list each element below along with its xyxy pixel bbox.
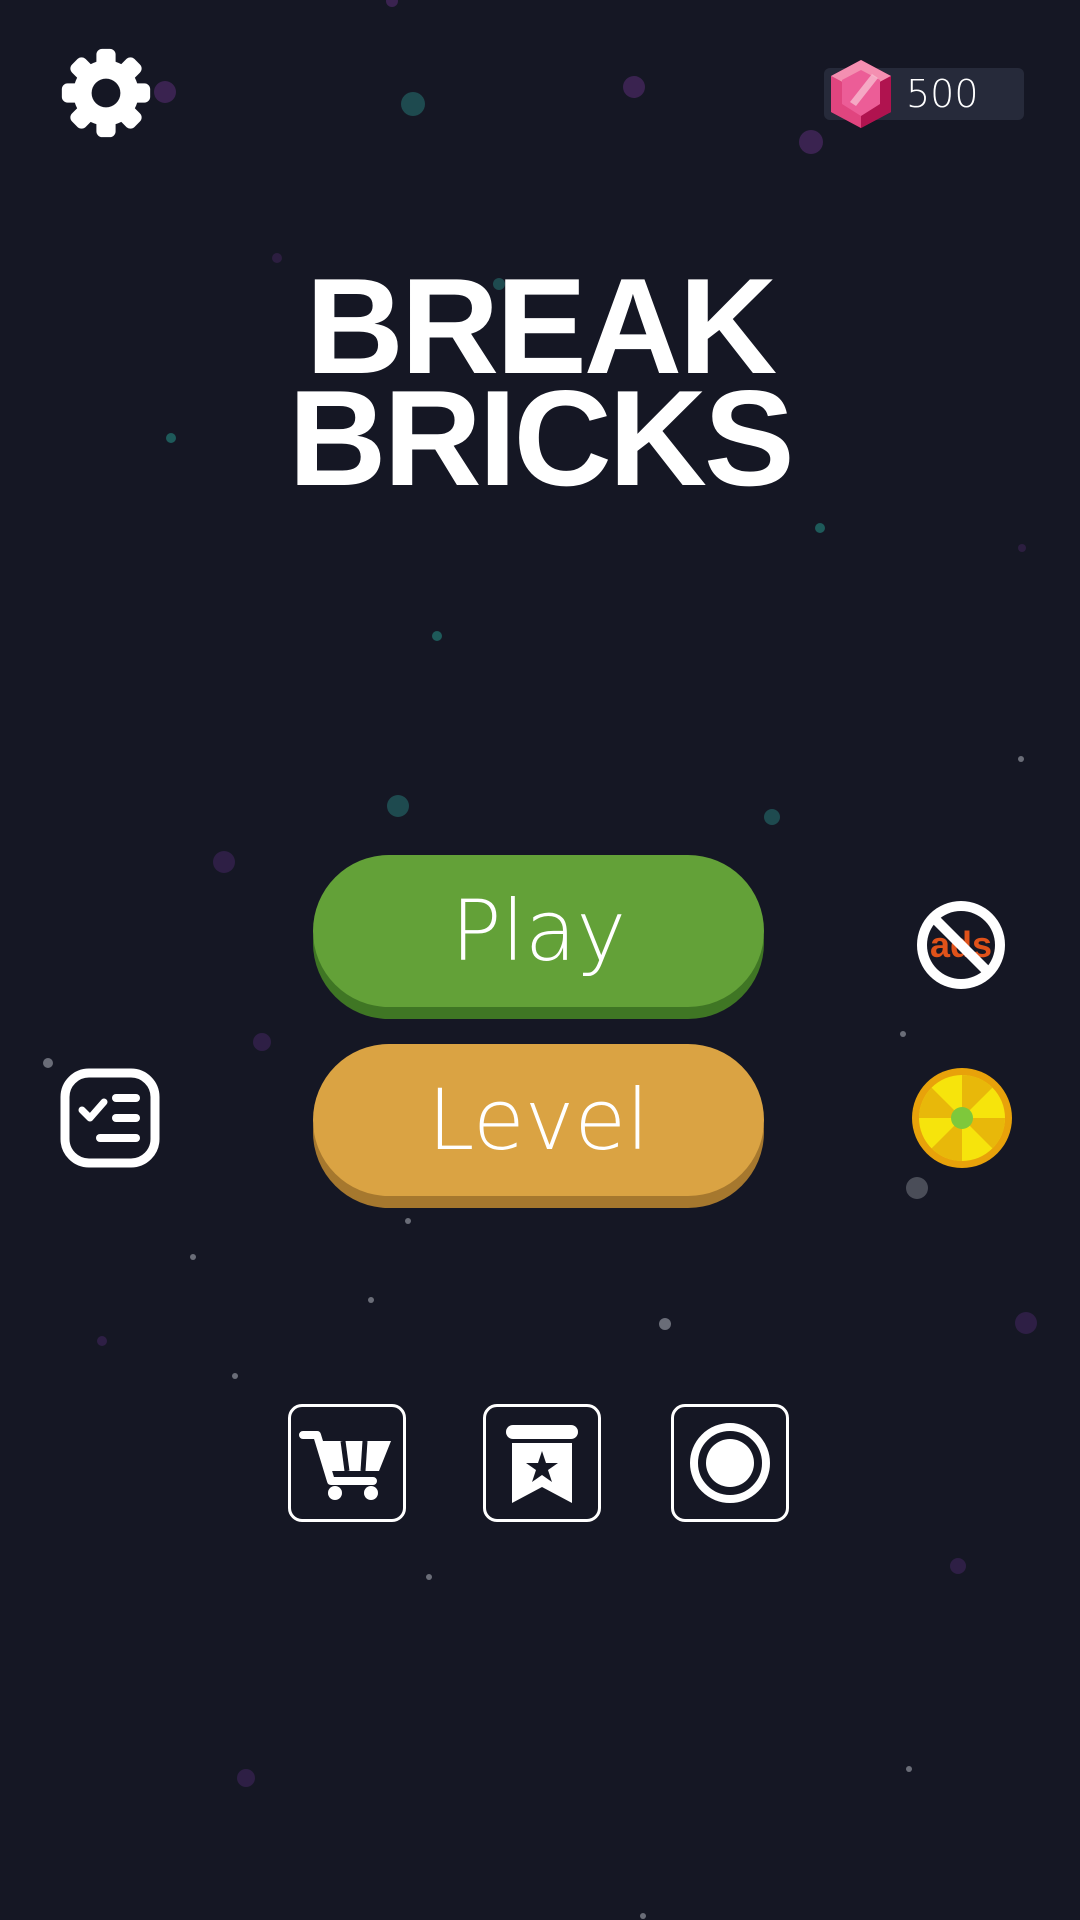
lucky-wheel-icon[interactable] xyxy=(910,1066,1014,1170)
gear-icon[interactable] xyxy=(58,45,154,141)
no-ads-icon[interactable]: ads xyxy=(910,894,1012,996)
cart-icon xyxy=(299,1431,391,1500)
level-button[interactable]: Level xyxy=(313,1044,764,1196)
gem-icon xyxy=(831,60,891,128)
shop-button[interactable] xyxy=(288,1404,406,1522)
play-button[interactable]: Play xyxy=(313,855,764,1007)
main-menu-screen: 500 BREAK BRICKS Play Level ads xyxy=(0,0,1080,1920)
title-line-2: BRICKS xyxy=(288,362,794,514)
game-title: BREAK BRICKS xyxy=(0,258,1080,514)
rank-button[interactable] xyxy=(483,1404,601,1522)
checklist-icon[interactable] xyxy=(60,1068,160,1168)
record-button[interactable] xyxy=(671,1404,789,1522)
bookmark-star-icon xyxy=(506,1425,578,1503)
gem-count: 500 xyxy=(906,72,979,116)
record-circle-icon xyxy=(690,1423,770,1503)
